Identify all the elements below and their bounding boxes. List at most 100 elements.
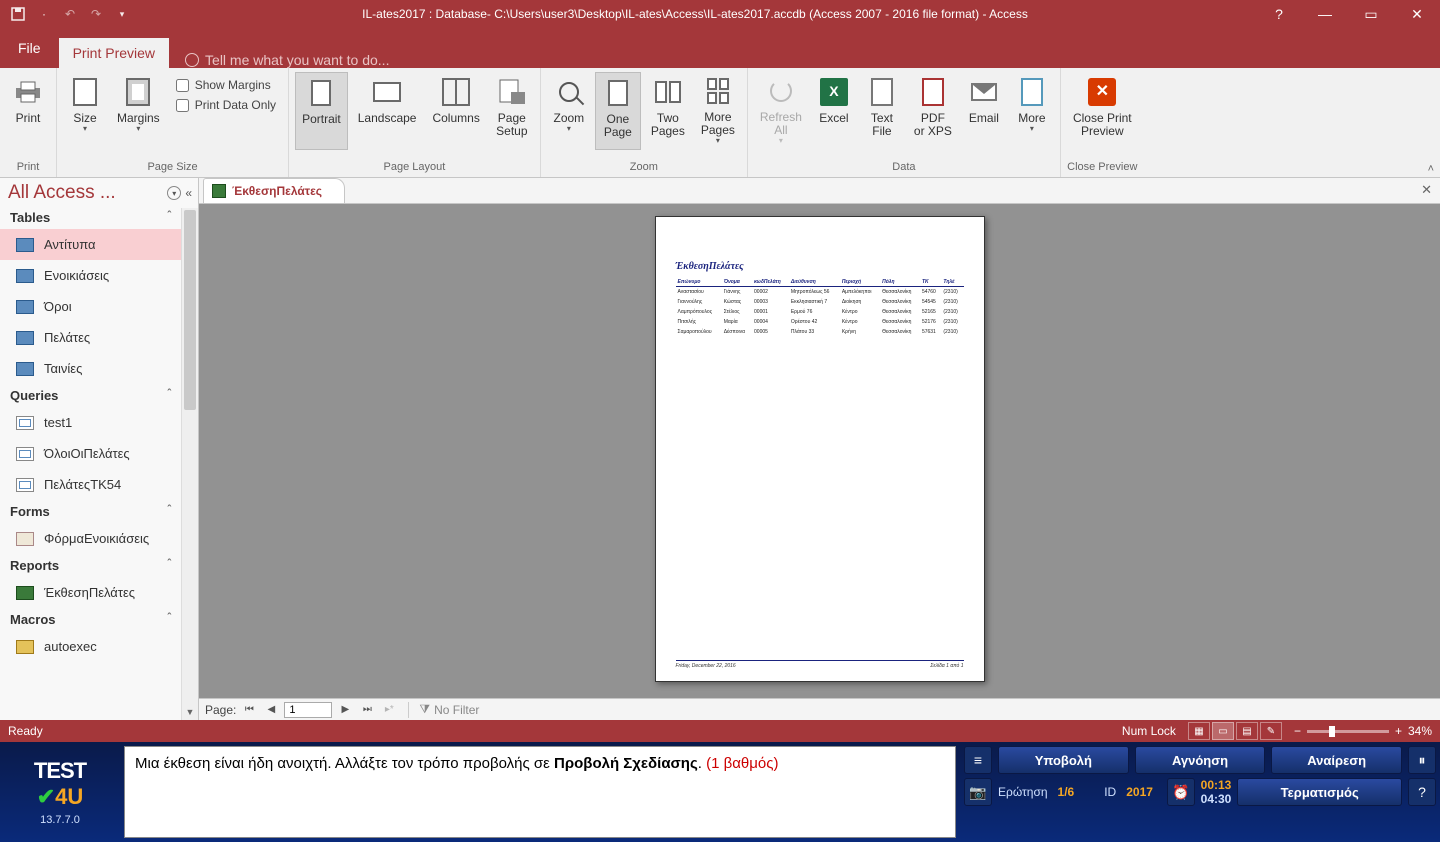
nav-item-ekthesi-pelates[interactable]: ΈκθεσηΠελάτες xyxy=(0,577,181,608)
close-preview-button[interactable]: ✕ Close Print Preview xyxy=(1067,72,1138,150)
section-forms-header[interactable]: Formsˆ xyxy=(0,500,181,523)
check-icon: ✔ xyxy=(37,784,55,809)
undo-icon[interactable]: ↶ xyxy=(58,2,82,26)
view-print-icon[interactable]: ▭ xyxy=(1212,722,1234,740)
report-cell: Αμπελόκηποι xyxy=(840,287,880,298)
report-cell: Κέντρο xyxy=(840,317,880,327)
clock-icon[interactable]: ⏰ xyxy=(1167,778,1195,806)
more-export-button[interactable]: More▾ xyxy=(1010,72,1054,150)
nav-item-oloi-pelates[interactable]: ΌλοιΟιΠελάτες xyxy=(0,438,181,469)
show-margins-checkbox[interactable]: Show Margins xyxy=(176,78,276,92)
page-number-input[interactable] xyxy=(284,702,332,718)
zoom-track[interactable] xyxy=(1307,730,1389,733)
print-data-only-checkbox[interactable]: Print Data Only xyxy=(176,98,276,112)
nav-collapse-icon[interactable]: « xyxy=(185,186,192,200)
document-tab-ekthesi[interactable]: ΈκθεσηΠελάτες xyxy=(203,178,345,203)
nav-body: Tablesˆ Αντίτυπα Ενοικιάσεις Όροι Πελάτε… xyxy=(0,206,198,720)
file-tab[interactable]: File xyxy=(0,28,59,68)
size-button[interactable]: Size▾ xyxy=(63,72,107,150)
text-file-button[interactable]: Text File xyxy=(860,72,904,150)
minimize-icon[interactable]: — xyxy=(1302,0,1348,28)
chevron-up-icon: ˆ xyxy=(167,388,171,403)
no-filter-indicator[interactable]: ⧩No Filter xyxy=(419,702,479,717)
more-pages-button[interactable]: More Pages▾ xyxy=(695,72,741,150)
preview-surface[interactable]: ΈκθεσηΠελάτες ΕπώνυμοΌνομακωδΠελάτηΔιεύθ… xyxy=(199,204,1440,698)
ignore-button[interactable]: Αγνόηση xyxy=(1135,746,1266,774)
view-layout-icon[interactable]: ▤ xyxy=(1236,722,1258,740)
print-button[interactable]: Print xyxy=(6,72,50,150)
scroll-down-icon[interactable]: ▼ xyxy=(182,703,198,720)
camera-icon[interactable]: 📷 xyxy=(964,778,992,806)
help-icon[interactable]: ? xyxy=(1256,0,1302,28)
email-button[interactable]: Email xyxy=(962,72,1006,150)
save-icon[interactable] xyxy=(6,2,30,26)
section-reports-header[interactable]: Reportsˆ xyxy=(0,554,181,577)
zoom-thumb[interactable] xyxy=(1329,726,1335,737)
view-report-icon[interactable]: ▦ xyxy=(1188,722,1210,740)
report-col-header: Επώνυμο xyxy=(676,278,722,287)
nav-item-label: Όροι xyxy=(44,299,72,314)
logo-text-2: 4U xyxy=(55,784,83,809)
msg-bold: Προβολή Σχεδίασης xyxy=(554,755,698,772)
collapse-ribbon-icon[interactable]: ˄ xyxy=(1428,163,1434,175)
preview-page: ΈκθεσηΠελάτες ΕπώνυμοΌνομακωδΠελάτηΔιεύθ… xyxy=(655,216,985,682)
nav-dropdown-icon[interactable]: ▾ xyxy=(167,186,181,200)
submit-button[interactable]: Υποβολή xyxy=(998,746,1129,774)
portrait-button[interactable]: Portrait xyxy=(295,72,348,150)
nav-item-autoexec[interactable]: autoexec xyxy=(0,631,181,662)
section-macros-label: Macros xyxy=(10,612,56,627)
submit-label: Υποβολή xyxy=(1035,753,1092,768)
pause-icon[interactable]: ⏸ xyxy=(1408,746,1436,774)
one-page-button[interactable]: One Page xyxy=(595,72,641,150)
nav-item-antitypa[interactable]: Αντίτυπα xyxy=(0,229,181,260)
document-tab-label: ΈκθεσηΠελάτες xyxy=(232,184,322,198)
first-page-button[interactable]: ⏮ xyxy=(240,701,258,719)
new-page-button: ▸* xyxy=(380,701,398,719)
tell-me-search[interactable]: Tell me what you want to do... xyxy=(185,52,389,68)
status-ready: Ready xyxy=(8,724,43,738)
menu-icon[interactable]: ≡ xyxy=(964,746,992,774)
qat-customize-icon[interactable]: ▾ xyxy=(110,2,134,26)
next-page-button[interactable]: ▶ xyxy=(336,701,354,719)
redo-icon[interactable]: ↷ xyxy=(84,2,108,26)
restore-icon[interactable]: ▭ xyxy=(1348,0,1394,28)
columns-button[interactable]: Columns xyxy=(426,72,485,150)
margins-button[interactable]: Margins▾ xyxy=(111,72,166,150)
nav-item-tainies[interactable]: Ταινίες xyxy=(0,353,181,384)
nav-item-forma-enoikiaseis[interactable]: ΦόρμαΕνοικιάσεις xyxy=(0,523,181,554)
time-total: 04:30 xyxy=(1201,792,1232,806)
undo-button[interactable]: Αναίρεση xyxy=(1271,746,1402,774)
last-page-button[interactable]: ⏭ xyxy=(358,701,376,719)
nav-item-pelates-tk54[interactable]: ΠελάτεςΤΚ54 xyxy=(0,469,181,500)
view-design-icon[interactable]: ✎ xyxy=(1260,722,1282,740)
page-setup-button[interactable]: Page Setup xyxy=(490,72,534,150)
two-pages-button[interactable]: Two Pages xyxy=(645,72,691,150)
zoom-out-button[interactable]: − xyxy=(1294,724,1301,738)
landscape-button[interactable]: Landscape xyxy=(352,72,423,150)
report-cell: Μαρία xyxy=(722,317,752,327)
nav-item-enoikiaseis[interactable]: Ενοικιάσεις xyxy=(0,260,181,291)
pdf-xps-button[interactable]: PDF or XPS xyxy=(908,72,958,150)
nav-item-test1[interactable]: test1 xyxy=(0,407,181,438)
close-icon[interactable]: ✕ xyxy=(1394,0,1440,28)
group-print-label: Print xyxy=(6,161,50,177)
table-icon xyxy=(16,238,34,252)
nav-title[interactable]: All Access ... xyxy=(8,182,116,204)
zoom-percent[interactable]: 34% xyxy=(1408,724,1432,738)
terminate-button[interactable]: Τερματισμός xyxy=(1237,778,1402,806)
section-macros-header[interactable]: Macrosˆ xyxy=(0,608,181,631)
close-tab-icon[interactable]: ✕ xyxy=(1421,182,1432,198)
zoom-button[interactable]: Zoom▾ xyxy=(547,72,591,150)
section-queries-header[interactable]: Queriesˆ xyxy=(0,384,181,407)
prev-page-button[interactable]: ◀ xyxy=(262,701,280,719)
scroll-thumb[interactable] xyxy=(184,210,196,410)
help-icon[interactable]: ? xyxy=(1408,778,1436,806)
excel-button[interactable]: X Excel xyxy=(812,72,856,150)
nav-item-pelates[interactable]: Πελάτες xyxy=(0,322,181,353)
section-tables-header[interactable]: Tablesˆ xyxy=(0,206,181,229)
report-footer: Friday, December 22, 2016 Σελίδα 1 από 1 xyxy=(676,660,964,669)
nav-scrollbar[interactable]: ▲ ▼ xyxy=(181,208,198,720)
zoom-in-button[interactable]: + xyxy=(1395,724,1402,738)
nav-item-oroi[interactable]: Όροι xyxy=(0,291,181,322)
print-preview-tab[interactable]: Print Preview xyxy=(59,38,169,68)
